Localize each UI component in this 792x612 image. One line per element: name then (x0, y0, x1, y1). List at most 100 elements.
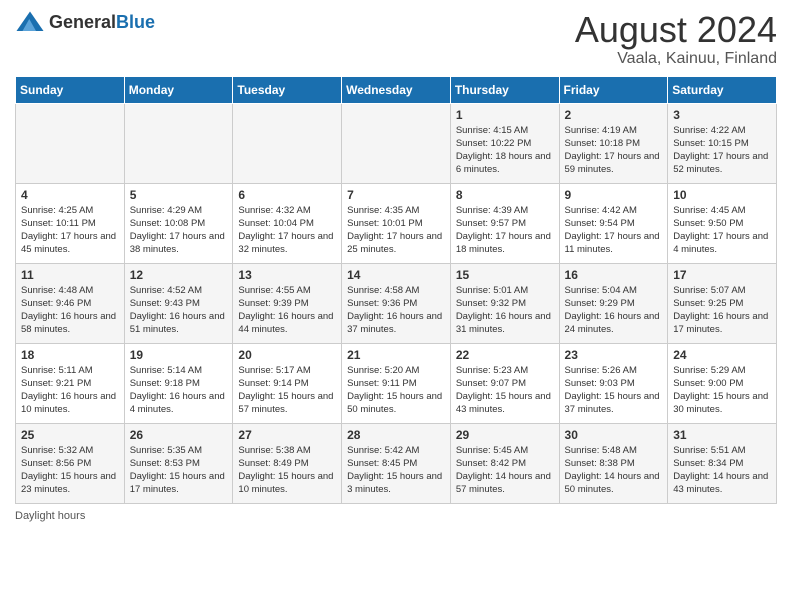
calendar-cell: 27 Sunrise: 5:38 AMSunset: 8:49 PMDayligh… (233, 423, 342, 503)
day-number: 19 (130, 348, 228, 362)
header-day-monday: Monday (124, 76, 233, 103)
calendar-week-5: 25 Sunrise: 5:32 AMSunset: 8:56 PMDayligh… (16, 423, 777, 503)
calendar-cell: 21Sunrise: 5:20 AMSunset: 9:11 PMDayligh… (342, 343, 451, 423)
day-number: 30 (565, 428, 663, 442)
header-day-sunday: Sunday (16, 76, 125, 103)
logo-blue: Blue (116, 12, 155, 32)
cell-content: Sunrise: 5:32 AMSunset: 8:56 PMDaylight:… (21, 444, 119, 497)
day-number: 3 (673, 108, 771, 122)
cell-content: Sunrise: 4:22 AMSunset: 10:15 PMDaylight… (673, 124, 771, 177)
day-number: 7 (347, 188, 445, 202)
cell-content: Sunrise: 5:38 AMSunset: 8:49 PMDaylight:… (238, 444, 336, 497)
calendar-table: SundayMondayTuesdayWednesdayThursdayFrid… (15, 76, 777, 504)
calendar-week-4: 18 Sunrise: 5:11 AMSunset: 9:21 PMDayligh… (16, 343, 777, 423)
logo-general: General (49, 12, 116, 32)
day-number: 16 (565, 268, 663, 282)
calendar-week-3: 11Sunrise: 4:48 AMSunset: 9:46 PMDayligh… (16, 263, 777, 343)
day-number: 10 (673, 188, 771, 202)
cell-content: Sunrise: 4:45 AMSunset: 9:50 PMDaylight:… (673, 204, 771, 257)
day-number: 20 (238, 348, 336, 362)
day-number: 12 (130, 268, 228, 282)
header-day-saturday: Saturday (668, 76, 777, 103)
day-number: 15 (456, 268, 554, 282)
calendar-cell (342, 103, 451, 183)
calendar-cell: 22Sunrise: 5:23 AMSunset: 9:07 PMDayligh… (450, 343, 559, 423)
calendar-body: 1 Sunrise: 4:15 AMSunset: 10:22 PMDayligh… (16, 103, 777, 503)
cell-content: Sunrise: 4:52 AMSunset: 9:43 PMDaylight:… (130, 284, 228, 337)
calendar-cell: 15 Sunrise: 5:01 AMSunset: 9:32 PMDayligh… (450, 263, 559, 343)
day-number: 8 (456, 188, 554, 202)
day-number: 6 (238, 188, 336, 202)
calendar-cell: 31 Sunrise: 5:51 AMSunset: 8:34 PMDayligh… (668, 423, 777, 503)
day-number: 26 (130, 428, 228, 442)
calendar-cell: 30 Sunrise: 5:48 AMSunset: 8:38 PMDayligh… (559, 423, 668, 503)
cell-content: Sunrise: 5:11 AMSunset: 9:21 PMDaylight:… (21, 364, 119, 417)
calendar-cell: 23Sunrise: 5:26 AMSunset: 9:03 PMDayligh… (559, 343, 668, 423)
calendar-cell: 24Sunrise: 5:29 AMSunset: 9:00 PMDayligh… (668, 343, 777, 423)
calendar-week-1: 1 Sunrise: 4:15 AMSunset: 10:22 PMDayligh… (16, 103, 777, 183)
cell-content: Sunrise: 5:48 AMSunset: 8:38 PMDaylight:… (565, 444, 663, 497)
calendar-cell (233, 103, 342, 183)
cell-content: Sunrise: 5:45 AMSunset: 8:42 PMDaylight:… (456, 444, 554, 497)
calendar-cell: 19 Sunrise: 5:14 AMSunset: 9:18 PMDayligh… (124, 343, 233, 423)
cell-content: Sunrise: 4:19 AMSunset: 10:18 PMDaylight… (565, 124, 663, 177)
calendar-cell: 3 Sunrise: 4:22 AMSunset: 10:15 PMDayligh… (668, 103, 777, 183)
calendar-header: SundayMondayTuesdayWednesdayThursdayFrid… (16, 76, 777, 103)
calendar-cell: 12 Sunrise: 4:52 AMSunset: 9:43 PMDayligh… (124, 263, 233, 343)
cell-content: Sunrise: 5:17 AMSunset: 9:14 PMDaylight:… (238, 364, 336, 417)
calendar-cell: 2 Sunrise: 4:19 AMSunset: 10:18 PMDayligh… (559, 103, 668, 183)
calendar-cell: 13Sunrise: 4:55 AMSunset: 9:39 PMDayligh… (233, 263, 342, 343)
day-number: 22 (456, 348, 554, 362)
cell-content: Sunrise: 4:25 AMSunset: 10:11 PMDaylight… (21, 204, 119, 257)
calendar-cell: 18 Sunrise: 5:11 AMSunset: 9:21 PMDayligh… (16, 343, 125, 423)
calendar-cell: 9Sunrise: 4:42 AMSunset: 9:54 PMDaylight… (559, 183, 668, 263)
calendar-cell: 7Sunrise: 4:35 AMSunset: 10:01 PMDayligh… (342, 183, 451, 263)
day-number: 2 (565, 108, 663, 122)
day-number: 5 (130, 188, 228, 202)
cell-content: Sunrise: 5:51 AMSunset: 8:34 PMDaylight:… (673, 444, 771, 497)
calendar-cell: 8 Sunrise: 4:39 AMSunset: 9:57 PMDaylight… (450, 183, 559, 263)
logo: GeneralBlue (15, 10, 155, 34)
main-title: August 2024 (575, 10, 777, 50)
calendar-cell: 25 Sunrise: 5:32 AMSunset: 8:56 PMDayligh… (16, 423, 125, 503)
day-number: 23 (565, 348, 663, 362)
calendar-cell: 29 Sunrise: 5:45 AMSunset: 8:42 PMDayligh… (450, 423, 559, 503)
header-row: SundayMondayTuesdayWednesdayThursdayFrid… (16, 76, 777, 103)
cell-content: Sunrise: 4:15 AMSunset: 10:22 PMDaylight… (456, 124, 554, 177)
day-number: 21 (347, 348, 445, 362)
header-day-friday: Friday (559, 76, 668, 103)
calendar-cell (124, 103, 233, 183)
day-number: 14 (347, 268, 445, 282)
day-number: 4 (21, 188, 119, 202)
page-header: GeneralBlue August 2024 Vaala, Kainuu, F… (15, 10, 777, 68)
day-number: 1 (456, 108, 554, 122)
day-number: 25 (21, 428, 119, 442)
logo-text: GeneralBlue (49, 12, 155, 33)
day-number: 13 (238, 268, 336, 282)
day-number: 31 (673, 428, 771, 442)
calendar-cell: 28Sunrise: 5:42 AMSunset: 8:45 PMDayligh… (342, 423, 451, 503)
cell-content: Sunrise: 4:39 AMSunset: 9:57 PMDaylight:… (456, 204, 554, 257)
day-number: 17 (673, 268, 771, 282)
title-block: August 2024 Vaala, Kainuu, Finland (575, 10, 777, 68)
cell-content: Sunrise: 5:14 AMSunset: 9:18 PMDaylight:… (130, 364, 228, 417)
cell-content: Sunrise: 5:07 AMSunset: 9:25 PMDaylight:… (673, 284, 771, 337)
calendar-cell: 17 Sunrise: 5:07 AMSunset: 9:25 PMDayligh… (668, 263, 777, 343)
footer-note-text: Daylight hours (15, 510, 85, 522)
cell-content: Sunrise: 4:58 AMSunset: 9:36 PMDaylight:… (347, 284, 445, 337)
subtitle: Vaala, Kainuu, Finland (575, 50, 777, 68)
calendar-cell: 10 Sunrise: 4:45 AMSunset: 9:50 PMDayligh… (668, 183, 777, 263)
day-number: 11 (21, 268, 119, 282)
cell-content: Sunrise: 5:01 AMSunset: 9:32 PMDaylight:… (456, 284, 554, 337)
cell-content: Sunrise: 5:04 AMSunset: 9:29 PMDaylight:… (565, 284, 663, 337)
header-day-wednesday: Wednesday (342, 76, 451, 103)
day-number: 18 (21, 348, 119, 362)
calendar-cell: 5 Sunrise: 4:29 AMSunset: 10:08 PMDayligh… (124, 183, 233, 263)
calendar-cell: 1 Sunrise: 4:15 AMSunset: 10:22 PMDayligh… (450, 103, 559, 183)
day-number: 27 (238, 428, 336, 442)
day-number: 29 (456, 428, 554, 442)
cell-content: Sunrise: 5:29 AMSunset: 9:00 PMDaylight:… (673, 364, 771, 417)
calendar-cell: 26Sunrise: 5:35 AMSunset: 8:53 PMDayligh… (124, 423, 233, 503)
cell-content: Sunrise: 4:29 AMSunset: 10:08 PMDaylight… (130, 204, 228, 257)
calendar-cell (16, 103, 125, 183)
